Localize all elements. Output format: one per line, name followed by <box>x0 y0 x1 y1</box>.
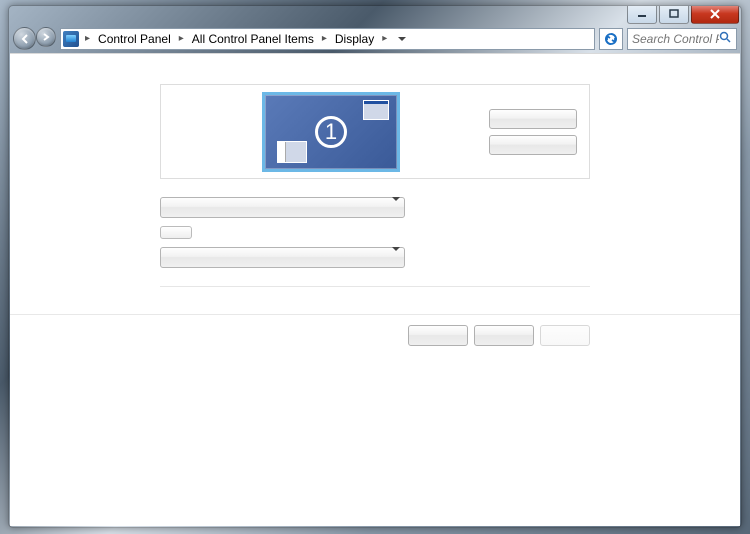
nav-buttons <box>13 27 56 50</box>
ok-button[interactable] <box>408 325 468 346</box>
search-icon <box>719 31 732 47</box>
desktop-window-icon <box>277 141 307 163</box>
content-area: 1 <box>10 53 740 526</box>
chevron-down-icon <box>392 251 400 265</box>
breadcrumb-separator-icon: ▸ <box>320 33 329 44</box>
refresh-button[interactable] <box>599 28 623 50</box>
close-icon <box>709 8 721 20</box>
close-button[interactable] <box>691 5 739 24</box>
desktop-window-icon <box>363 100 389 120</box>
monitor-preview-area: 1 <box>173 92 489 172</box>
maximize-icon <box>669 9 679 19</box>
monitor-arrangement-panel: 1 <box>160 84 590 179</box>
navigation-toolbar: ▸ Control Panel ▸ All Control Panel Item… <box>9 25 741 52</box>
display-panel-container: 1 <box>10 54 740 189</box>
resolution-select[interactable] <box>160 247 405 268</box>
breadcrumb-separator-icon: ▸ <box>177 33 186 44</box>
breadcrumb-all-items[interactable]: All Control Panel Items <box>190 30 316 48</box>
breadcrumb-separator-icon: ▸ <box>380 33 389 44</box>
chevron-down-icon <box>392 201 400 215</box>
address-bar[interactable]: ▸ Control Panel ▸ All Control Panel Item… <box>60 28 595 50</box>
footer-buttons <box>10 315 740 346</box>
settings-form <box>160 189 410 268</box>
monitor-1-preview[interactable]: 1 <box>262 92 400 172</box>
detect-button[interactable] <box>489 109 577 129</box>
title-bar <box>9 6 741 25</box>
search-input[interactable] <box>632 32 719 46</box>
refresh-icon <box>604 32 618 46</box>
window: ▸ Control Panel ▸ All Control Panel Item… <box>8 5 742 528</box>
breadcrumb-control-panel[interactable]: Control Panel <box>96 30 173 48</box>
breadcrumb-separator-icon: ▸ <box>83 33 92 44</box>
back-button[interactable] <box>13 27 36 50</box>
chevron-down-icon <box>398 37 406 41</box>
section-divider <box>160 286 590 314</box>
minimize-icon <box>637 9 647 19</box>
small-field[interactable] <box>160 226 192 239</box>
forward-arrow-icon <box>41 32 51 42</box>
display-select[interactable] <box>160 197 405 218</box>
minimize-button[interactable] <box>627 5 657 24</box>
identify-button[interactable] <box>489 135 577 155</box>
forward-button[interactable] <box>36 27 56 47</box>
monitor-number-badge: 1 <box>315 116 347 148</box>
search-box[interactable] <box>627 28 737 50</box>
back-arrow-icon <box>19 33 31 45</box>
caption-buttons <box>627 5 739 24</box>
apply-button[interactable] <box>540 325 590 346</box>
control-panel-icon <box>63 31 79 47</box>
panel-side-buttons <box>489 109 577 155</box>
cancel-button[interactable] <box>474 325 534 346</box>
address-history-dropdown[interactable] <box>393 29 409 49</box>
breadcrumb-display[interactable]: Display <box>333 30 376 48</box>
maximize-button[interactable] <box>659 5 689 24</box>
